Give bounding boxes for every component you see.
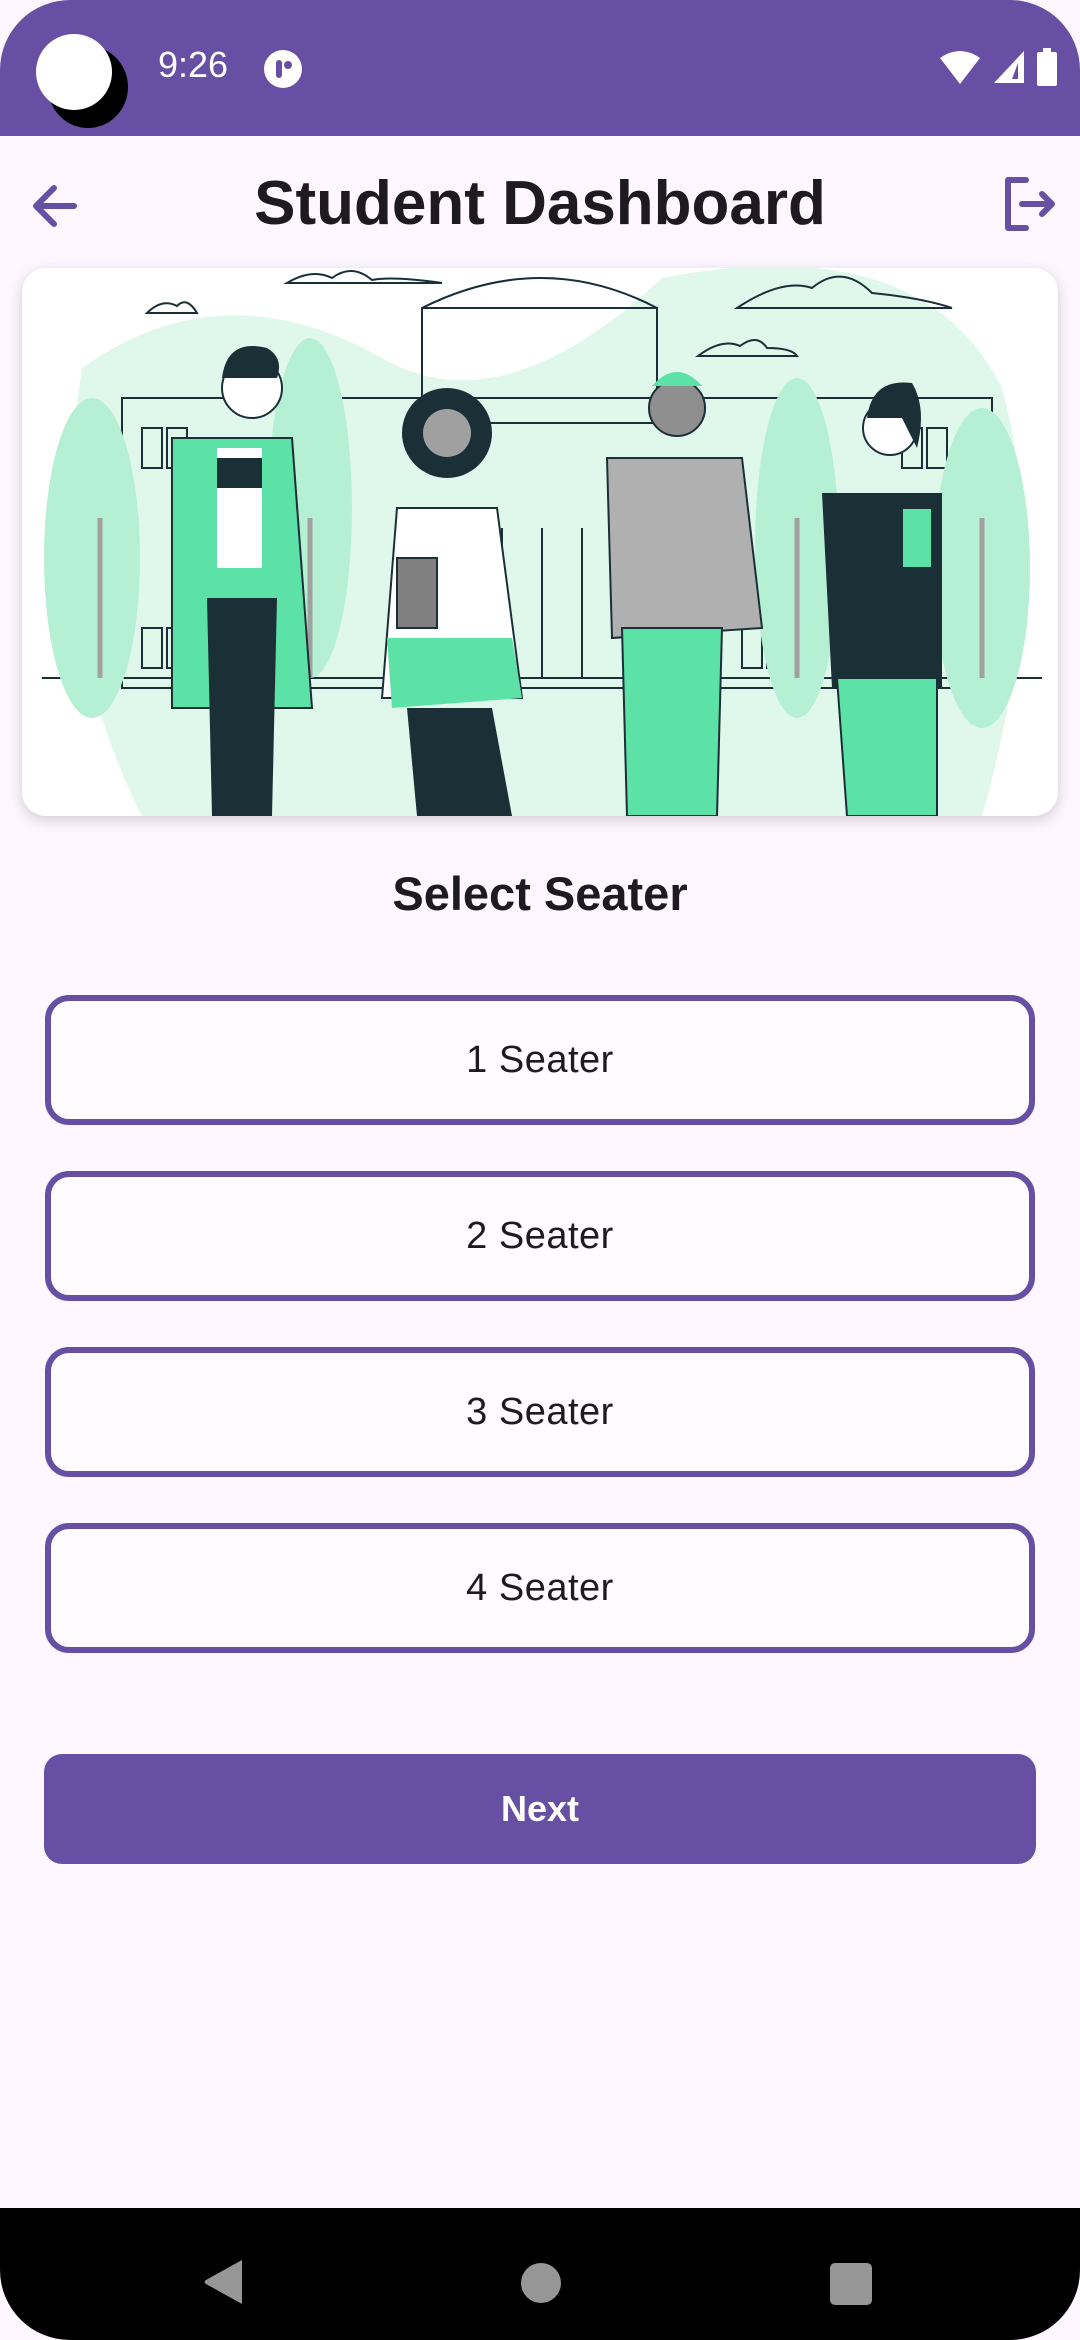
hero-illustration: [22, 268, 1058, 816]
logout-button[interactable]: [996, 172, 1060, 236]
nav-home-icon[interactable]: [521, 2263, 561, 2303]
nav-back-icon[interactable]: [202, 2258, 246, 2306]
nav-recents-icon[interactable]: [830, 2263, 872, 2305]
select-seater-heading: Select Seater: [392, 867, 688, 920]
students-campus-illustration: [42, 268, 1042, 816]
option-4-seater[interactable]: 4 Seater: [45, 1523, 1035, 1653]
option-3-seater[interactable]: 3 Seater: [45, 1347, 1035, 1477]
notification-icon: [264, 50, 302, 88]
option-2-seater[interactable]: 2 Seater: [45, 1171, 1035, 1301]
option-1-seater[interactable]: 1 Seater: [45, 995, 1035, 1125]
logout-icon: [1005, 177, 1055, 231]
page-title: Student Dashboard: [254, 169, 826, 238]
top-app-bar: Student Dashboard: [0, 136, 1080, 266]
wifi-icon: [940, 51, 980, 84]
status-bar: 9:26: [0, 0, 1080, 136]
next-button[interactable]: Next: [44, 1754, 1036, 1864]
signal-icon: [994, 51, 1024, 83]
system-nav-bar: [0, 2208, 1080, 2340]
status-time: 9:26: [158, 44, 229, 85]
battery-icon: [1037, 48, 1057, 86]
camera-cutout-icon: [36, 34, 128, 128]
